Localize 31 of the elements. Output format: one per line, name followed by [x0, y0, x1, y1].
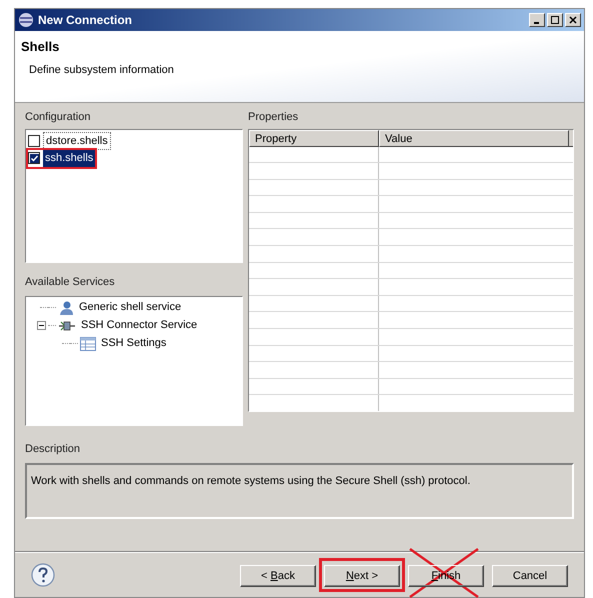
dialog-button[interactable]: < Back — [240, 565, 316, 588]
column-header[interactable]: Property — [249, 130, 379, 146]
checkbox[interactable] — [28, 134, 40, 147]
window-title: New Connection — [38, 12, 132, 29]
tree-item[interactable]: SSH Connector Service — [80, 317, 198, 334]
plug-icon — [58, 318, 76, 332]
description-text: Work with shells and commands on remote systems using the Secure Shell (ssh) protocol. — [31, 474, 470, 486]
dialog-button[interactable]: Next > — [324, 565, 400, 588]
page-subtitle: Define subsystem information — [29, 62, 175, 78]
dialog-button[interactable]: Cancel — [492, 565, 568, 588]
collapse-toggle[interactable] — [36, 321, 46, 330]
tree-item[interactable]: Generic shell service — [78, 299, 182, 316]
minus-icon — [38, 322, 44, 329]
section-label: Configuration — [25, 110, 92, 125]
user-icon — [58, 300, 74, 316]
column-header[interactable]: Value — [379, 130, 569, 146]
globe-icon — [18, 12, 34, 28]
checkbox[interactable] — [28, 152, 40, 164]
section-label: Available Services — [25, 276, 115, 288]
section-label: Description — [25, 442, 80, 454]
minimize-button[interactable] — [529, 13, 545, 27]
maximize-icon — [551, 16, 559, 24]
section-label: Properties — [248, 110, 300, 125]
help-icon[interactable] — [31, 563, 55, 587]
page-title: Shells — [21, 38, 60, 56]
close-icon — [569, 16, 577, 24]
maximize-button[interactable] — [547, 13, 563, 27]
close-button[interactable] — [565, 13, 581, 27]
table-icon — [80, 336, 96, 350]
tree-item[interactable]: SSH Settings — [100, 335, 168, 352]
list-item[interactable]: ssh.shells — [43, 150, 96, 166]
